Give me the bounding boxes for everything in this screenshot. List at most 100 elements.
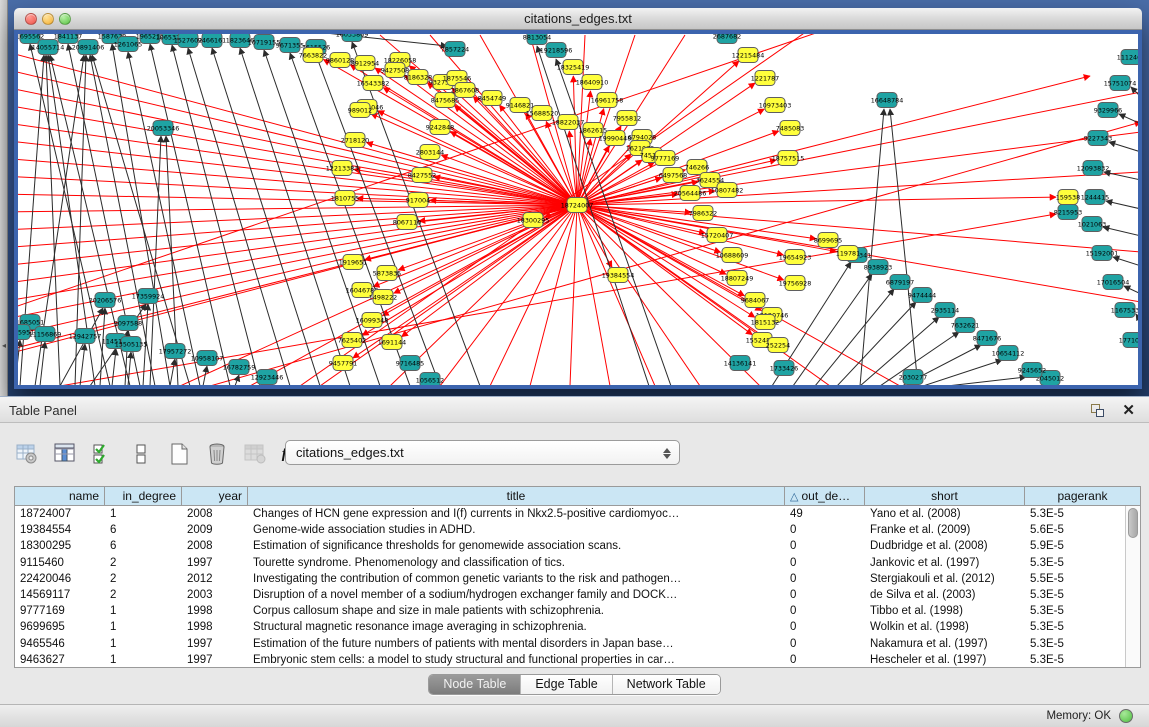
- graph-node[interactable]: 15720407: [701, 228, 734, 243]
- table-settings-icon[interactable]: [14, 441, 40, 467]
- column-header-name[interactable]: name: [15, 487, 105, 505]
- table-row[interactable]: 977716911998Corpus callosum shape and si…: [15, 603, 1140, 619]
- graph-node[interactable]: 7632621: [951, 318, 979, 333]
- graph-node[interactable]: 6879197: [886, 275, 914, 290]
- graph-node[interactable]: 1815132: [751, 315, 779, 330]
- graph-node[interactable]: 18807249: [721, 271, 754, 286]
- tab-node-table[interactable]: Node Table: [429, 675, 521, 694]
- graph-node[interactable]: 1919651: [339, 255, 367, 270]
- network-view-window[interactable]: citations_edges.txt 16955621405571418411…: [14, 8, 1142, 389]
- graph-node[interactable]: 9684067: [741, 293, 769, 308]
- graph-node[interactable]: 7625402: [338, 333, 366, 348]
- tab-network-table[interactable]: Network Table: [613, 675, 720, 694]
- graph-node[interactable]: 9671355: [276, 38, 304, 53]
- tab-edge-table[interactable]: Edge Table: [521, 675, 612, 694]
- graph-node[interactable]: 19218596: [540, 43, 573, 58]
- graph-node[interactable]: 9457791: [329, 356, 357, 371]
- graph-node[interactable]: 12093832: [1077, 161, 1110, 176]
- graph-node[interactable]: 9245652: [1018, 363, 1046, 378]
- graph-node[interactable]: 8912954: [351, 56, 379, 71]
- graph-node[interactable]: 9716485: [396, 356, 424, 371]
- graph-node[interactable]: 1733426: [770, 361, 798, 376]
- graph-node[interactable]: 1221787: [751, 71, 779, 86]
- graph-node[interactable]: 8215953: [1054, 205, 1082, 220]
- graph-node[interactable]: 18325419: [557, 60, 590, 75]
- table-row[interactable]: 1872400712008Changes of HCN gene express…: [15, 506, 1140, 522]
- graph-node[interactable]: 16782759: [223, 360, 256, 375]
- graph-node[interactable]: 10973403: [759, 98, 792, 113]
- table-select-dropdown[interactable]: citations_edges.txt: [285, 440, 680, 465]
- table-row[interactable]: 946554611997Estimation of the future num…: [15, 636, 1140, 652]
- graph-node[interactable]: 1498222: [369, 290, 397, 305]
- vertical-scrollbar[interactable]: [1125, 506, 1140, 667]
- column-header-title[interactable]: title: [248, 487, 785, 505]
- graph-node[interactable]: 7955812: [613, 111, 641, 126]
- column-header-out_de[interactable]: △out_de…: [785, 487, 865, 505]
- select-all-icon[interactable]: [90, 441, 116, 467]
- column-header-short[interactable]: short: [865, 487, 1025, 505]
- graph-node[interactable]: 8067110: [393, 215, 421, 230]
- graph-node[interactable]: 119781: [836, 246, 860, 261]
- graph-node[interactable]: 8938923: [864, 260, 892, 275]
- graph-node[interactable]: 917004: [406, 193, 430, 208]
- graph-node[interactable]: 7663822: [299, 48, 327, 63]
- graph-node[interactable]: 9777169: [651, 151, 679, 166]
- graph-node[interactable]: 12923446: [251, 370, 284, 385]
- graph-node[interactable]: 2687682: [713, 34, 741, 44]
- graph-node[interactable]: 7986322: [689, 206, 717, 221]
- graph-node[interactable]: 1244415: [1081, 190, 1109, 205]
- column-header-year[interactable]: year: [182, 487, 248, 505]
- table-row[interactable]: 1938455462009Genome-wide association stu…: [15, 522, 1140, 538]
- graph-node[interactable]: 1691144: [378, 335, 406, 350]
- graph-node[interactable]: 2935114: [931, 303, 959, 318]
- graph-node[interactable]: 1112462: [1117, 50, 1138, 65]
- panel-collapse-arrow-icon[interactable]: ◂: [0, 340, 8, 352]
- graph-node[interactable]: 9227343: [1084, 131, 1112, 146]
- float-panel-icon[interactable]: [1090, 403, 1105, 418]
- graph-node[interactable]: 20053346: [147, 121, 180, 136]
- graph-node[interactable]: 5873835: [373, 266, 401, 281]
- scrollbar-thumb[interactable]: [1128, 508, 1138, 538]
- graph-node[interactable]: 20206576: [89, 293, 122, 308]
- graph-node[interactable]: 16648784: [871, 93, 904, 108]
- graph-node[interactable]: 6497568: [659, 168, 687, 183]
- graph-node[interactable]: 159538: [1056, 190, 1080, 205]
- graph-node[interactable]: 1167533: [1111, 303, 1138, 318]
- graph-node[interactable]: 2030277: [899, 370, 927, 385]
- select-columns-icon[interactable]: [52, 441, 78, 467]
- table-row[interactable]: 946362711997Embryonic stem cells: a mode…: [15, 652, 1140, 668]
- graph-node[interactable]: 8699695: [814, 233, 842, 248]
- graph-node[interactable]: 16961758: [591, 93, 624, 108]
- table-row[interactable]: 911546021997Tourette syndrome. Phenomeno…: [15, 555, 1140, 571]
- delete-icon[interactable]: [204, 441, 230, 467]
- graph-node[interactable]: 19756928: [779, 276, 812, 291]
- graph-node[interactable]: 1021063: [1078, 217, 1106, 232]
- graph-node[interactable]: 1810755: [331, 191, 359, 206]
- network-window-titlebar[interactable]: citations_edges.txt: [14, 8, 1142, 30]
- graph-node[interactable]: 16033809: [336, 34, 369, 42]
- graph-node[interactable]: 18757515: [772, 151, 805, 166]
- graph-node[interactable]: 19384554: [602, 268, 635, 283]
- new-document-icon[interactable]: [166, 441, 192, 467]
- graph-node[interactable]: 10654112: [992, 346, 1025, 361]
- table-row[interactable]: 1830029562008Estimation of significance …: [15, 538, 1140, 554]
- graph-node[interactable]: 17016504: [1097, 275, 1130, 290]
- graph-node[interactable]: 9474444: [908, 288, 936, 303]
- graph-node[interactable]: 989012: [348, 103, 372, 118]
- graph-node[interactable]: 10958107: [191, 351, 224, 366]
- graph-node[interactable]: 8813054: [523, 34, 551, 45]
- graph-node[interactable]: 9329966: [1094, 103, 1122, 118]
- table-row[interactable]: 969969511998Structural magnetic resonanc…: [15, 619, 1140, 635]
- graph-node[interactable]: 252254: [766, 338, 790, 353]
- graph-node[interactable]: 15751074: [1104, 76, 1137, 91]
- network-canvas[interactable]: 1695562140557141841137208914061587628126…: [18, 34, 1138, 385]
- graph-node[interactable]: 7857224: [441, 42, 469, 57]
- graph-node[interactable]: 8427552: [408, 168, 436, 183]
- graph-node[interactable]: 20564486: [674, 186, 707, 201]
- graph-node[interactable]: 19654923: [779, 250, 812, 265]
- graph-node[interactable]: 8471676: [973, 331, 1001, 346]
- graph-node[interactable]: 1056512: [416, 373, 444, 386]
- graph-node[interactable]: 18640910: [576, 75, 609, 90]
- graph-node[interactable]: 7485083: [776, 121, 804, 136]
- table-row[interactable]: 2242004622012Investigating the contribut…: [15, 571, 1140, 587]
